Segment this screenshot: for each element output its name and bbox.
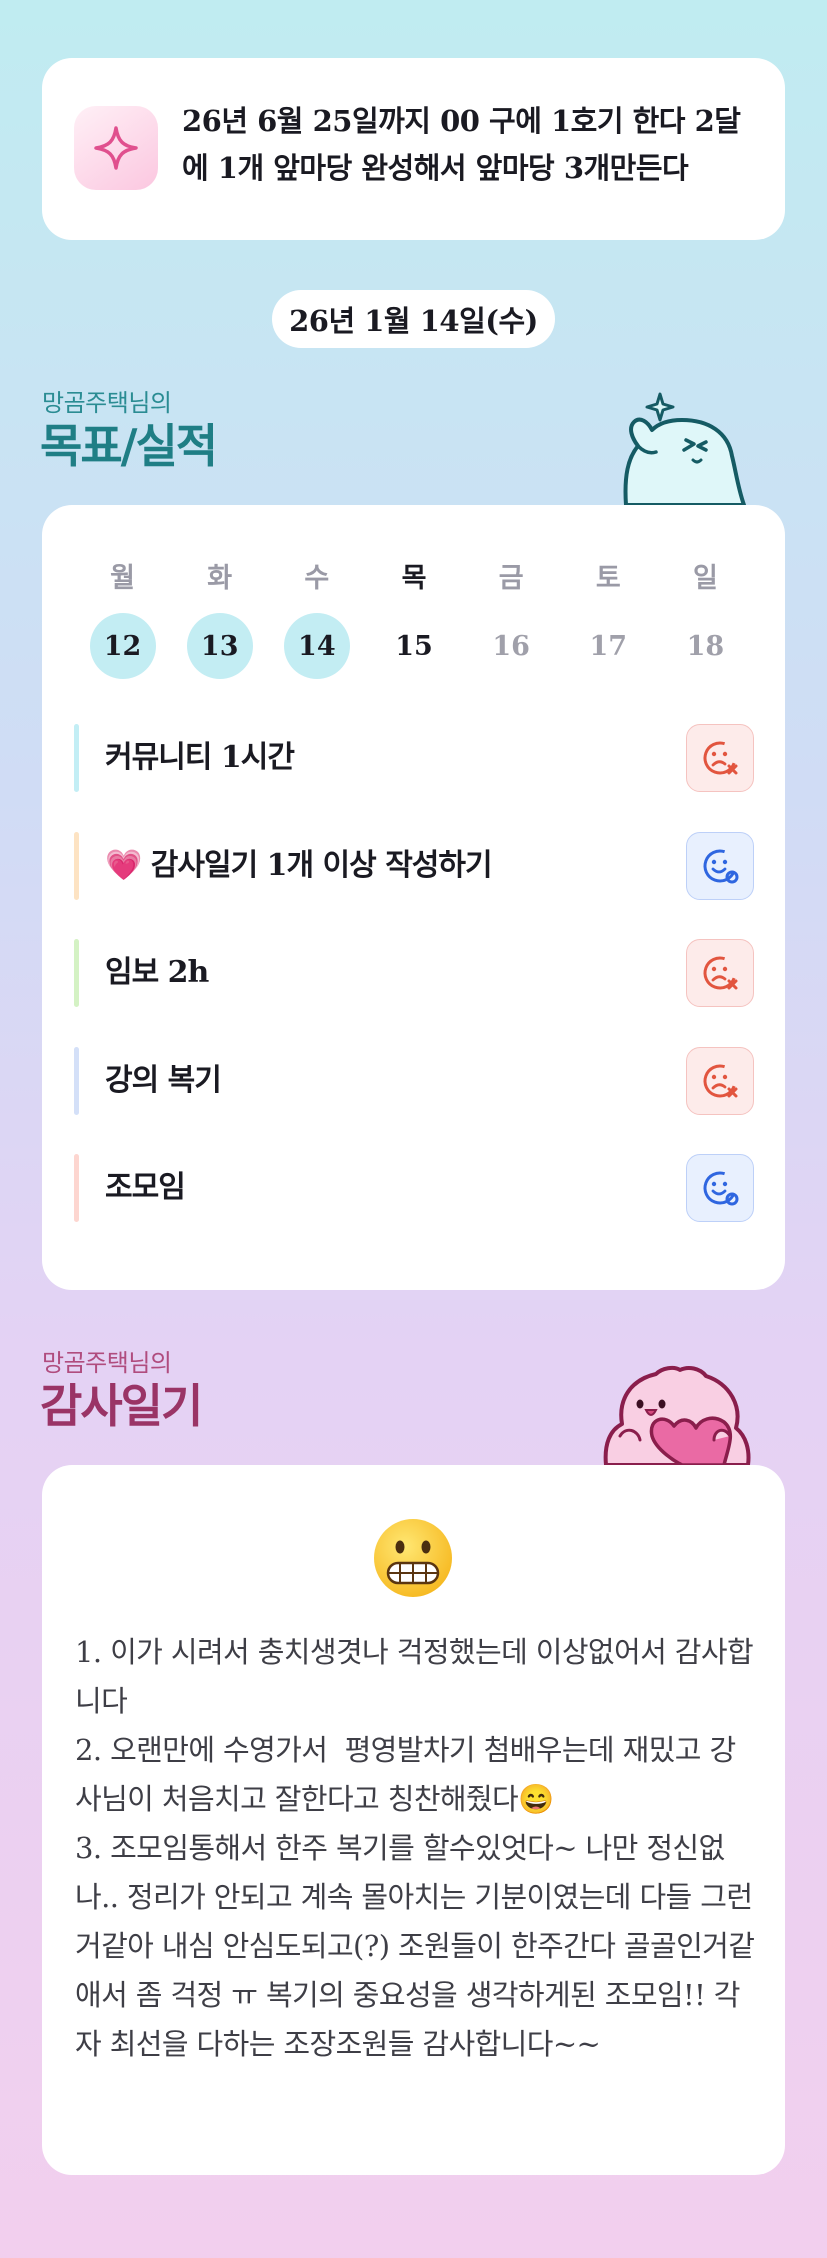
task-row[interactable]: 💗 감사일기 1개 이상 작성하기 xyxy=(74,832,754,900)
goals-card: 월 화 수 목 금 토 일 12 13 14 15 16 17 18 커뮤니티 … xyxy=(42,505,785,1290)
diary-entry-text: 1. 이가 시려서 충치생겻나 걱정했는데 이상없어서 감사합니다 2. 오랜만… xyxy=(75,1635,755,2061)
weekday-label: 화 xyxy=(207,562,233,594)
task-color-bar xyxy=(74,832,79,900)
task-label: 커뮤니티 1시간 xyxy=(105,740,295,775)
day-date-14[interactable]: 14 xyxy=(268,613,365,679)
sad-face-x-icon[interactable] xyxy=(686,939,754,1007)
weekday-label: 일 xyxy=(692,562,718,594)
smile-face-check-icon[interactable] xyxy=(686,1154,754,1222)
task-label: 조모임 xyxy=(105,1170,186,1205)
diary-section-title: 감사일기 xyxy=(40,1379,203,1433)
task-label: 강의 복기 xyxy=(105,1063,222,1098)
grimacing-face-icon xyxy=(374,1519,452,1597)
sparkle-icon xyxy=(74,106,158,190)
date-row: 12 13 14 15 16 17 18 xyxy=(74,613,754,679)
task-label: 💗 감사일기 1개 이상 작성하기 xyxy=(105,848,493,883)
goal-text: 26년 6월 25일까지 00 구에 1호기 한다 2달에 1개 앞마당 완성해… xyxy=(182,104,741,185)
date-number: 17 xyxy=(589,630,628,662)
task-row[interactable]: 조모임 xyxy=(74,1154,754,1222)
weekday-label: 금 xyxy=(498,562,524,594)
goal-section-title: 목표/실적 xyxy=(40,419,218,473)
weekday-label: 월 xyxy=(110,562,135,594)
weekday-label-today: 목 xyxy=(401,562,427,594)
gratitude-diary-card: 1. 이가 시려서 충치생겻나 걱정했는데 이상없어서 감사합니다 2. 오랜만… xyxy=(42,1465,785,2175)
smile-face-check-icon[interactable] xyxy=(686,832,754,900)
date-number: 12 xyxy=(89,613,156,679)
day-date-18[interactable]: 18 xyxy=(657,613,754,679)
task-label: 임보 2h xyxy=(105,955,209,990)
day-date-16[interactable]: 16 xyxy=(463,613,560,679)
date-number: 13 xyxy=(186,613,253,679)
date-pill: 26년 1월 14일(수) xyxy=(272,290,555,348)
mascot-thumbs-up-icon xyxy=(623,392,746,505)
date-number: 15 xyxy=(395,630,433,662)
weekday-label: 토 xyxy=(595,562,621,594)
date-number: 16 xyxy=(492,630,530,662)
task-row[interactable]: 커뮤니티 1시간 xyxy=(74,724,754,792)
sad-face-x-icon[interactable] xyxy=(686,724,754,792)
day-date-17[interactable]: 17 xyxy=(560,613,657,679)
sad-face-x-icon[interactable] xyxy=(686,1047,754,1115)
task-color-bar xyxy=(74,1047,79,1115)
weekday-label: 수 xyxy=(304,562,330,594)
date-number: 18 xyxy=(686,630,725,662)
mascot-heart-icon xyxy=(603,1365,751,1465)
date-number: 14 xyxy=(283,613,350,679)
day-date-12[interactable]: 12 xyxy=(74,613,171,679)
goal-banner: 26년 6월 25일까지 00 구에 1호기 한다 2달에 1개 앞마당 완성해… xyxy=(42,58,785,240)
task-color-bar xyxy=(74,724,79,792)
task-row[interactable]: 임보 2h xyxy=(74,939,754,1007)
task-color-bar xyxy=(74,939,79,1007)
day-date-15[interactable]: 15 xyxy=(365,613,462,679)
task-row[interactable]: 강의 복기 xyxy=(74,1047,754,1115)
day-date-13[interactable]: 13 xyxy=(171,613,268,679)
task-color-bar xyxy=(74,1154,79,1222)
weekday-header-row: 월 화 수 목 금 토 일 xyxy=(74,553,754,597)
